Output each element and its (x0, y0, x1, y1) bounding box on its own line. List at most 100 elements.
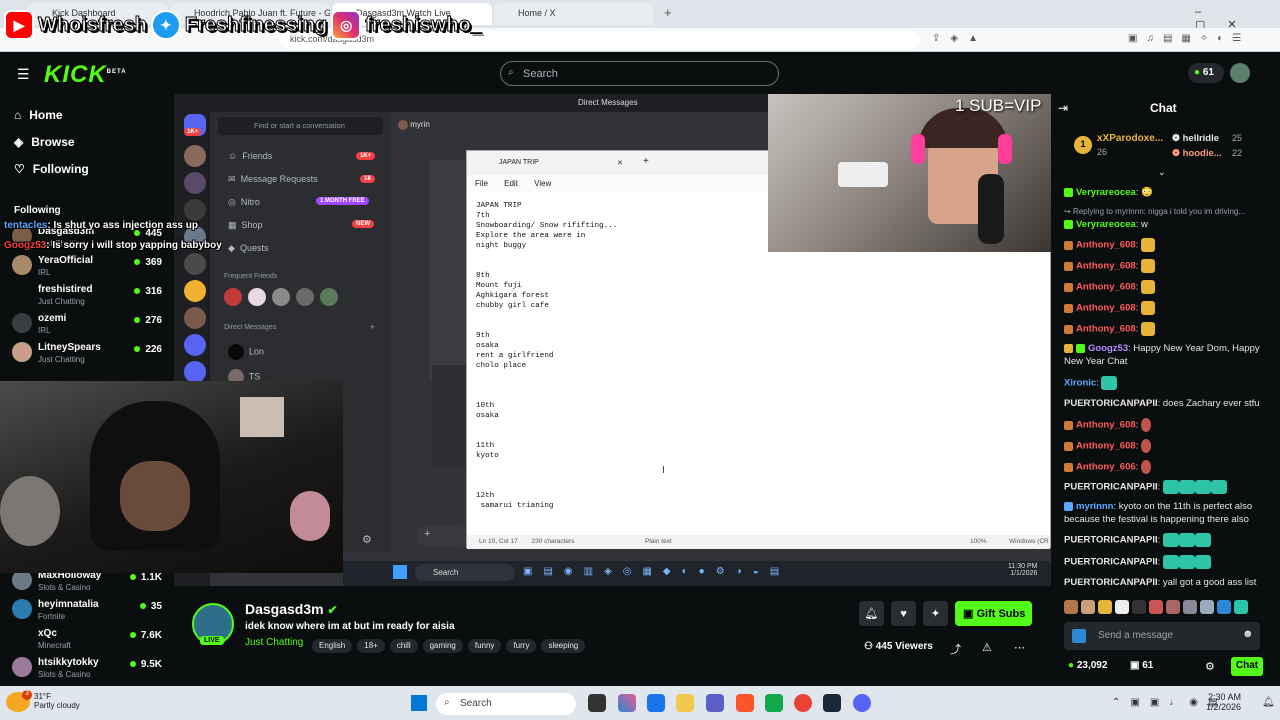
notification-bell-button[interactable]: 🔔︎ (859, 601, 884, 626)
emote[interactable] (1149, 600, 1163, 614)
discord-nitro[interactable]: ◎ Nitro (228, 197, 260, 208)
top-gifter-name[interactable]: xXParodoxe... (1097, 133, 1163, 144)
chat-message[interactable]: Anthony_608: (1064, 418, 1274, 432)
emote[interactable] (1115, 600, 1129, 614)
discord-find-input[interactable]: Find or start a conversation (218, 117, 383, 135)
chat-message[interactable]: Xironic: (1064, 376, 1274, 390)
streamer-name[interactable]: Dasgasd3m ✔ (245, 601, 338, 617)
following-channel[interactable]: ozemi IRL 276 (12, 313, 162, 341)
chat-message[interactable]: Googz53: Happy New Year Dom, Happy New Y… (1064, 342, 1274, 368)
collapse-chat-icon[interactable]: ⇥ (1058, 101, 1068, 115)
stream-tag[interactable]: gaming (422, 639, 463, 653)
chat-message[interactable]: myrinnn: kyoto on the 11th is perfect al… (1064, 500, 1274, 526)
stream-category[interactable]: Just Chatting (245, 637, 303, 648)
gifter[interactable]: ❁ hoodie... (1172, 148, 1222, 159)
copilot-icon[interactable] (618, 694, 636, 712)
chat-input[interactable]: Send a message ☻ (1064, 622, 1260, 650)
emote[interactable] (1081, 600, 1095, 614)
notification-icon[interactable]: 🔔︎ (1262, 697, 1275, 708)
chat-message[interactable]: Anthony_608: (1064, 439, 1274, 453)
chat-message[interactable]: Veryrareocea: 😳 (1064, 186, 1274, 199)
browser-toolbar-icons[interactable]: ⇪◈▲ (932, 33, 988, 44)
emote[interactable] (1200, 600, 1214, 614)
weather-widget[interactable]: 31°F Partly cloudy (34, 692, 80, 710)
brave-icon[interactable] (736, 694, 754, 712)
stream-tag[interactable]: furry (506, 639, 537, 653)
gift-subs-button[interactable]: ▣ Gift Subs (955, 601, 1032, 626)
chat-points[interactable]: ● 23,092 (1068, 660, 1107, 671)
steam-icon[interactable] (823, 694, 841, 712)
browser-side-icons[interactable]: ▣♫▤▦✧◐☰ (1128, 33, 1250, 44)
chat-send-button[interactable]: Chat (1231, 657, 1263, 676)
expand-gifters-icon[interactable]: ⌄ (1158, 167, 1166, 178)
chat-subs[interactable]: ▣ 61 (1130, 660, 1153, 671)
discord-quests[interactable]: ◆ Quests (228, 243, 268, 254)
share-icon[interactable]: ⤴ (950, 641, 961, 657)
chat-message[interactable]: PUERTORICANPAPII: (1064, 533, 1274, 547)
chrome-icon[interactable] (794, 694, 812, 712)
teams-icon[interactable] (706, 694, 724, 712)
following-channel[interactable]: LitneySpears Just Chatting 226 (12, 342, 162, 370)
emote[interactable] (1183, 600, 1197, 614)
chat-message[interactable]: Veryrareocea: w (1064, 218, 1274, 231)
search-input[interactable]: Search (500, 61, 779, 86)
emote[interactable] (1064, 600, 1078, 614)
menu-icon[interactable]: ☰ (17, 66, 30, 83)
chat-message[interactable]: PUERTORICANPAPII: yall got a good ass li… (1064, 576, 1274, 589)
chat-message[interactable]: Anthony_606: (1064, 460, 1274, 474)
new-tab-button[interactable]: + (664, 5, 672, 20)
stream-tag[interactable]: 18+ (357, 639, 385, 653)
chat-message[interactable]: PUERTORICANPAPII: (1064, 555, 1274, 569)
discord-message-requests[interactable]: ✉ Message Requests (228, 174, 318, 185)
discord-message-input[interactable]: + (418, 527, 468, 545)
discord-shop[interactable]: ▦ Shop (228, 220, 263, 231)
sidebar-item-following[interactable]: ♡ Following (14, 162, 89, 176)
system-clock[interactable]: 2:30 AM 1/2/2026 (1206, 692, 1241, 712)
sidebar-item-home[interactable]: ⌂ Home (14, 108, 63, 122)
chat-message[interactable]: PUERTORICANPAPII: does Zachary ever stfu (1064, 397, 1274, 410)
taskbar-search[interactable]: Search (436, 693, 576, 715)
sidebar-item-browse[interactable]: ◈ Browse (14, 135, 75, 149)
emoji-icon[interactable]: ☻ (1242, 628, 1254, 640)
taskview-icon[interactable] (588, 694, 606, 712)
recommended-channel[interactable]: heyimnatalia Fortnite 35 (12, 599, 162, 627)
gifter[interactable]: ❁ hellridle (1172, 133, 1219, 144)
chat-settings-icon[interactable]: ⚙ (1205, 660, 1215, 673)
report-icon[interactable]: ⚠ (982, 641, 992, 654)
chat-message[interactable]: Anthony_608: (1064, 280, 1274, 294)
recommended-channel[interactable]: htsikkytokky Slots & Casino 9.5K (12, 657, 162, 685)
add-dm-button[interactable]: + (370, 322, 375, 332)
emote[interactable] (1132, 600, 1146, 614)
recommended-channel[interactable]: xQc Minecraft 7.6K (12, 628, 162, 656)
chat-message[interactable]: Anthony_608: (1064, 301, 1274, 315)
stream-tag[interactable]: sleeping (541, 639, 586, 653)
chat-message[interactable]: Anthony_608: (1064, 322, 1274, 336)
following-channel[interactable]: YeraOfficial IRL 369 (12, 255, 162, 283)
start-button[interactable] (411, 695, 427, 711)
clip-button[interactable]: ✦ (923, 601, 948, 626)
explorer-icon[interactable] (676, 694, 694, 712)
notepad-content[interactable]: JAPAN TRIP 7th Snowboarding/ Snow rifift… (476, 201, 617, 511)
more-options-icon[interactable]: ⋯ (1014, 641, 1025, 654)
discord-icon[interactable] (853, 694, 871, 712)
settings-icon[interactable]: ⚙ (362, 533, 372, 546)
store-icon[interactable] (647, 694, 665, 712)
following-channel[interactable]: freshistired Just Chatting 316 (12, 284, 162, 312)
browser-tab[interactable]: Home / X (494, 3, 654, 25)
user-avatar[interactable] (1230, 63, 1250, 83)
emote[interactable] (1098, 600, 1112, 614)
stream-tag[interactable]: funny (467, 639, 502, 653)
chat-message[interactable]: PUERTORICANPAPII: (1064, 480, 1274, 494)
emote[interactable] (1166, 600, 1180, 614)
points-pill[interactable]: ● 61 (1188, 63, 1224, 83)
emote[interactable] (1217, 600, 1231, 614)
discord-friends[interactable]: ☺ Friends (228, 151, 272, 161)
recommended-channel[interactable]: MaxHolloway Slots & Casino 1.1K (12, 570, 162, 598)
stream-tag[interactable]: chill (389, 639, 418, 653)
stream-tag[interactable]: English (312, 639, 353, 653)
dm-item[interactable]: Lon (228, 344, 264, 360)
emote[interactable] (1234, 600, 1248, 614)
chat-message[interactable]: Anthony_608: (1064, 259, 1274, 273)
obs-icon[interactable] (765, 694, 783, 712)
follow-button[interactable]: ♥ (891, 601, 916, 626)
